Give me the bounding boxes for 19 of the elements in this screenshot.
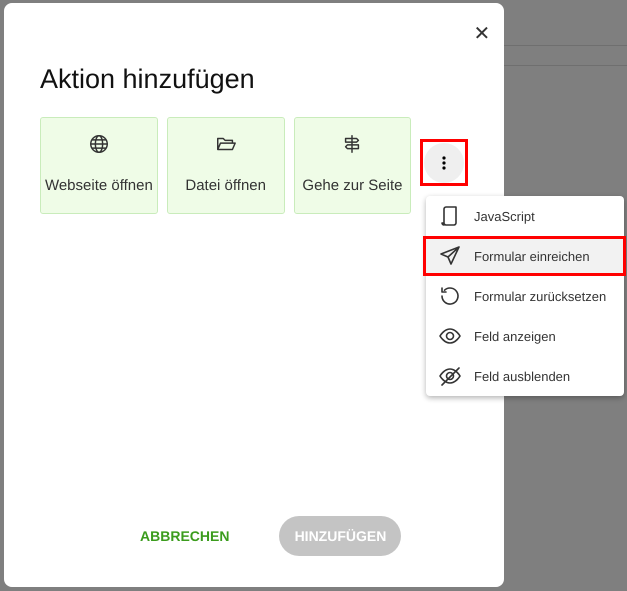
menu-item[interactable]: Formular einreichen <box>423 236 626 276</box>
globe-icon <box>88 133 110 155</box>
action-card[interactable]: Webseite öffnen <box>40 117 158 214</box>
action-label: Datei öffnen <box>185 177 266 194</box>
menu-item[interactable]: Feld ausblenden <box>426 356 624 396</box>
action-card[interactable]: Datei öffnen <box>166 117 285 214</box>
close-button[interactable]: ✕ <box>460 19 504 47</box>
menu-item[interactable]: Feld anzeigen <box>426 316 624 356</box>
action-label: Gehe zur Seite <box>302 177 402 194</box>
menu-item[interactable]: Formular zurücksetzen <box>426 276 624 316</box>
reset-icon <box>438 284 462 308</box>
cancel-button[interactable]: ABBRECHEN <box>136 518 234 554</box>
more-icon <box>442 156 446 170</box>
dialog-title: Aktion hinzufügen <box>40 64 256 95</box>
action-label: Webseite öffnen <box>44 177 153 194</box>
action-card[interactable]: Gehe zur Seite <box>294 117 412 214</box>
menu-item[interactable]: JavaScript <box>426 196 624 236</box>
eye-slash-icon <box>438 364 462 388</box>
paper-plane-icon <box>438 244 462 268</box>
